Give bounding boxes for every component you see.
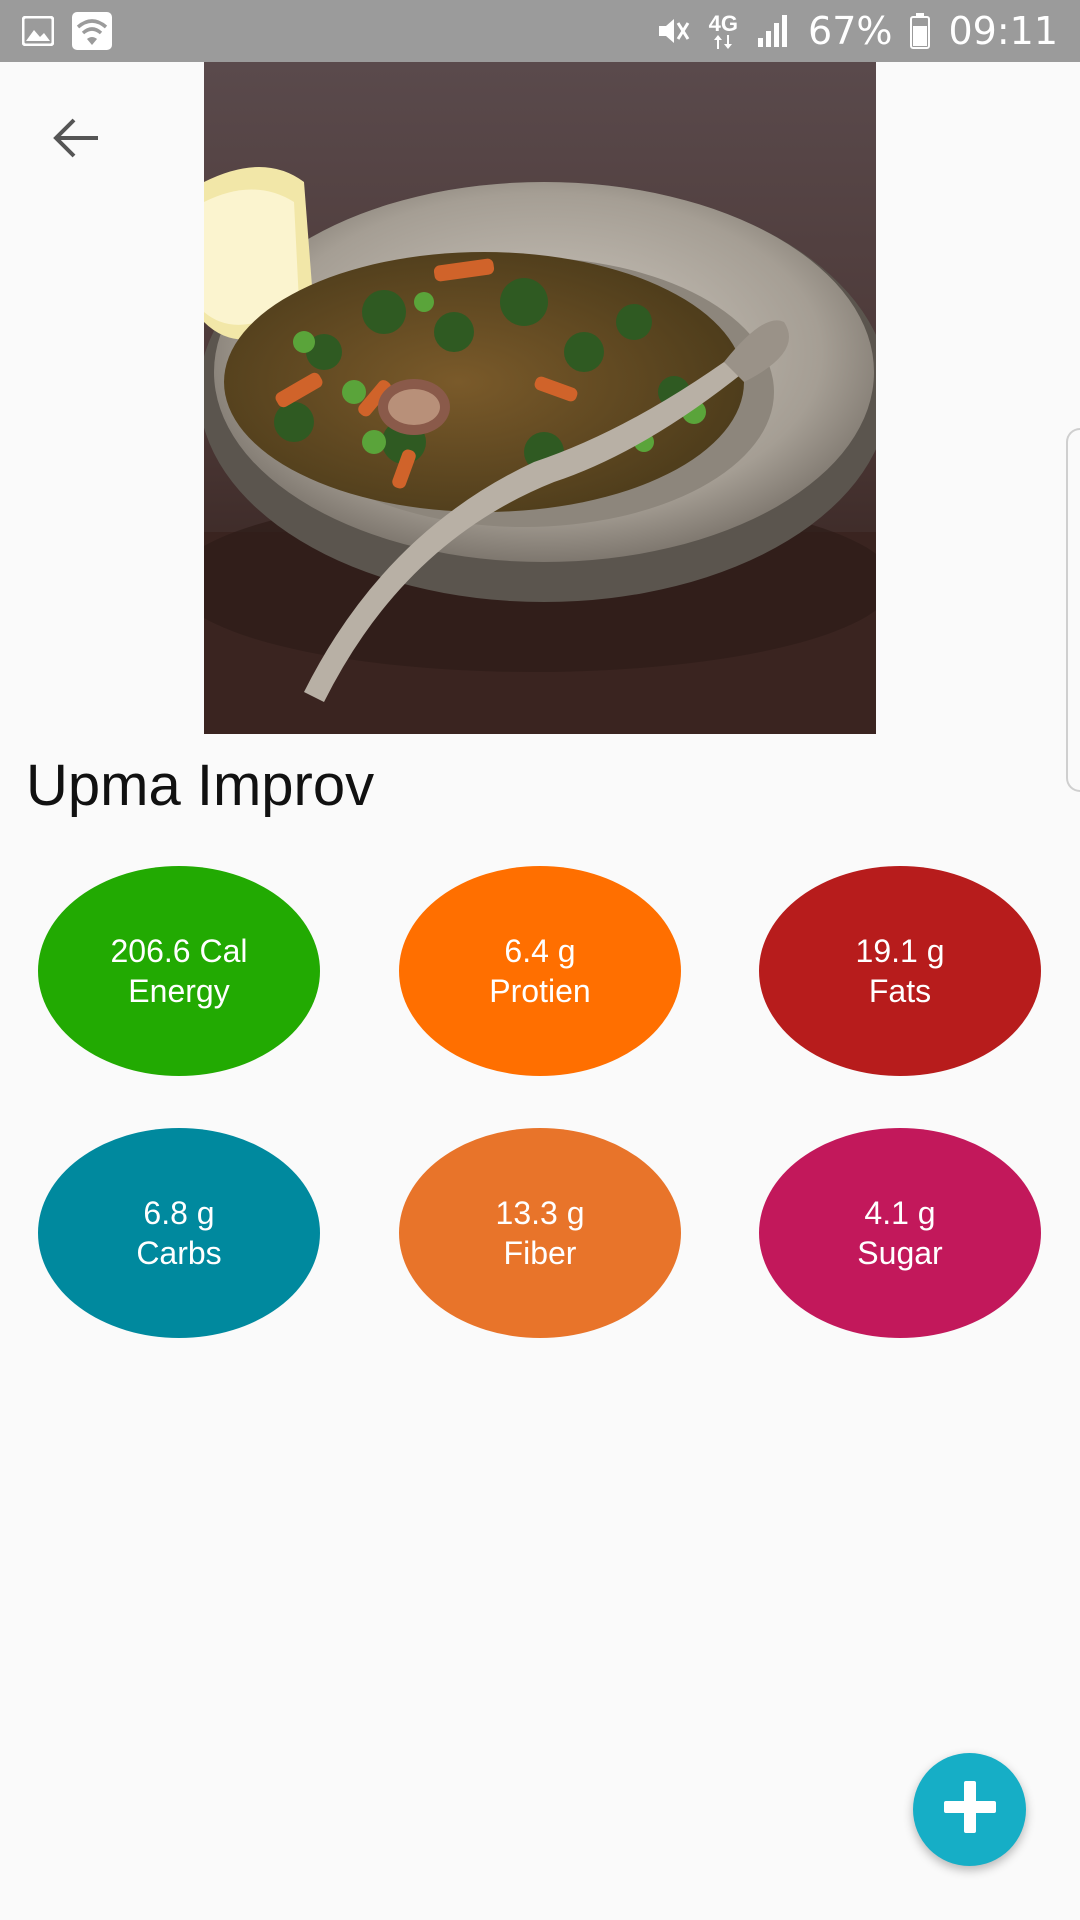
battery-percent: 67% [808, 9, 893, 53]
battery-icon [910, 13, 931, 49]
arrow-back-icon [52, 116, 100, 165]
nutrient-value: 4.1 g [864, 1195, 936, 1231]
nutrient-value: 19.1 g [855, 933, 945, 969]
nutrient-label: Protien [489, 973, 591, 1009]
clock: 09:11 [948, 9, 1058, 53]
gallery-icon [22, 16, 54, 46]
nutrient-label: Carbs [136, 1235, 222, 1271]
nutrient-label: Energy [128, 973, 230, 1009]
nutrient-value: 6.4 g [504, 933, 576, 969]
nutrient-fats: 19.1 g Fats [759, 866, 1041, 1076]
nutrient-label: Sugar [857, 1235, 943, 1271]
mute-icon [655, 13, 691, 49]
plus-icon [942, 1779, 998, 1840]
wifi-icon [72, 12, 112, 50]
edge-panel-handle[interactable] [1066, 428, 1080, 792]
food-photo [204, 62, 876, 734]
nutrient-value: 206.6 Cal [110, 933, 248, 969]
nutrient-energy: 206.6 Cal Energy [38, 866, 320, 1076]
network-4g-icon: 4G [709, 13, 738, 49]
nutrient-sugar: 4.1 g Sugar [759, 1128, 1041, 1338]
back-button[interactable] [44, 108, 108, 172]
nutrient-label: Fats [868, 973, 932, 1009]
nutrient-protein: 6.4 g Protien [399, 866, 681, 1076]
nutrient-fiber: 13.3 g Fiber [399, 1128, 681, 1338]
nutrient-value: 6.8 g [143, 1195, 215, 1231]
nutrient-label: Fiber [503, 1235, 577, 1271]
recipe-title: Upma Improv [26, 753, 375, 818]
nutrient-value: 13.3 g [495, 1195, 585, 1231]
signal-icon [756, 14, 790, 48]
add-button[interactable] [913, 1753, 1026, 1866]
status-bar: 4G 67% 09:11 [0, 0, 1080, 62]
nutrient-carbs: 6.8 g Carbs [38, 1128, 320, 1338]
